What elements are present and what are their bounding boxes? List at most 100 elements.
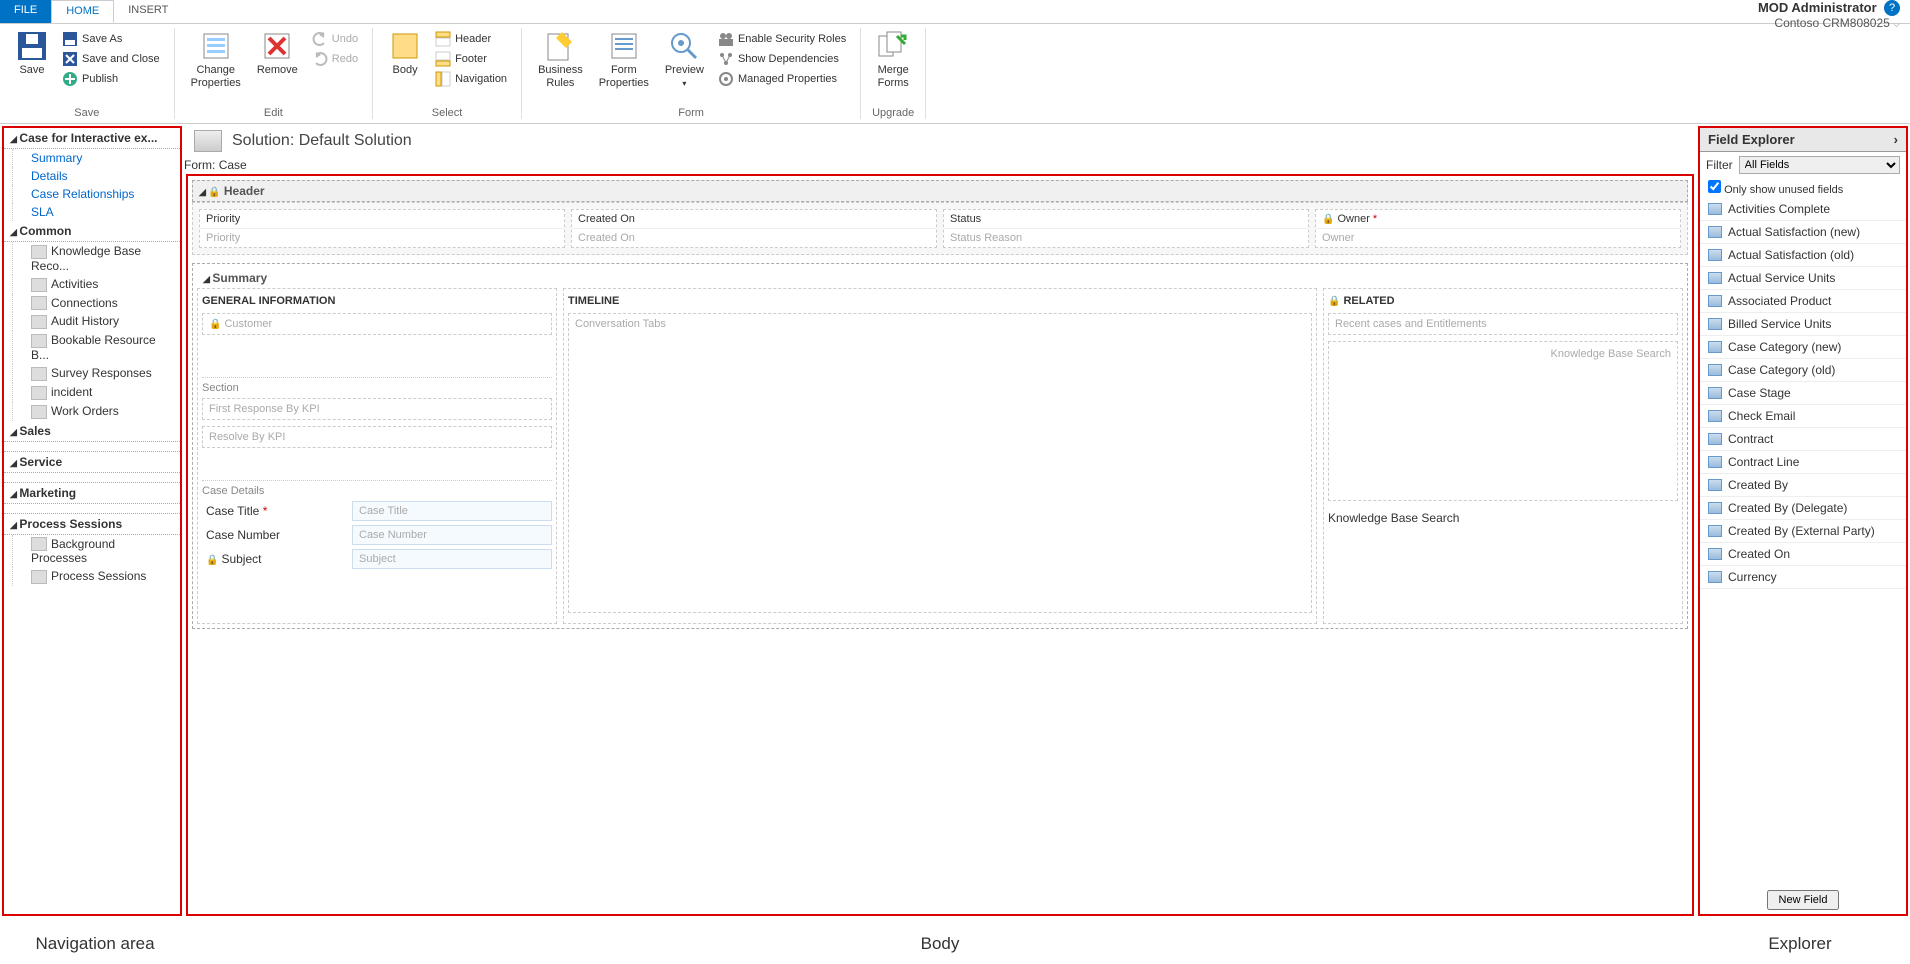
body-button[interactable]: Body [381,28,429,79]
bgprocess-icon [31,537,47,551]
field-status[interactable]: Status Status Reason [943,209,1309,248]
field-createdon[interactable]: Created On Created On [571,209,937,248]
unused-checkbox[interactable] [1708,180,1721,193]
filter-select[interactable]: All Fields [1739,156,1900,174]
field-kpi1[interactable]: First Response By KPI [202,398,552,420]
security-roles-button[interactable]: Enable Security Roles [716,30,848,48]
field-list: Activities CompleteActual Satisfaction (… [1700,198,1906,886]
nav-item-kb[interactable]: Knowledge Base Reco... [12,242,180,275]
nav-item-incident[interactable]: incident [12,383,180,402]
field-customer[interactable]: 🔒Customer [202,313,552,335]
field-item[interactable]: Actual Satisfaction (new) [1700,221,1906,244]
navigation-button[interactable]: Navigation [433,70,509,88]
field-item[interactable]: Actual Service Units [1700,267,1906,290]
nav-item-survey[interactable]: Survey Responses [12,364,180,383]
security-icon [718,31,734,47]
nav-group-common[interactable]: Common [4,221,180,242]
undo-button[interactable]: Undo [310,30,360,48]
gear-icon [718,71,734,87]
field-icon [1708,456,1722,468]
managed-props-button[interactable]: Managed Properties [716,70,848,88]
section-summary[interactable]: Summary [197,268,1683,288]
field-item[interactable]: Case Category (old) [1700,359,1906,382]
remove-button[interactable]: Remove [249,28,306,79]
nav-item-details[interactable]: Details [12,167,180,185]
preview-button[interactable]: Preview▾ [657,28,712,92]
row-casetitle[interactable]: Case Title * Case Title [202,501,552,521]
unused-label: Only show unused fields [1724,184,1843,196]
field-item[interactable]: Contract [1700,428,1906,451]
field-item[interactable]: Case Stage [1700,382,1906,405]
field-item[interactable]: Created By (Delegate) [1700,497,1906,520]
footer-button[interactable]: Footer [433,50,509,68]
publish-button[interactable]: Publish [60,70,162,88]
nav-group-case[interactable]: Case for Interactive ex... [4,128,180,149]
field-priority[interactable]: Priority Priority [199,209,565,248]
field-item[interactable]: Created On [1700,543,1906,566]
row-subject[interactable]: 🔒Subject Subject [202,549,552,569]
field-item[interactable]: Actual Satisfaction (old) [1700,244,1906,267]
remove-icon [261,30,293,62]
section-header[interactable]: 🔒Header [192,180,1688,202]
field-icon [1708,272,1722,284]
nav-item-bookable[interactable]: Bookable Resource B... [12,331,180,364]
redo-icon [312,51,328,67]
nav-item-processsess[interactable]: Process Sessions [12,567,180,586]
form-props-button[interactable]: Form Properties [591,28,657,92]
new-field-button[interactable]: New Field [1767,890,1840,910]
save-as-button[interactable]: Save As [60,30,162,48]
filter-label: Filter [1706,158,1733,172]
nav-item-audit[interactable]: Audit History [12,312,180,331]
org-name: Contoso CRM808025 [1774,16,1889,30]
change-properties-button[interactable]: Change Properties [183,28,249,92]
tab-insert[interactable]: INSERT [114,0,182,23]
nav-item-summary[interactable]: Summary [12,149,180,167]
label-body: Body [190,934,1690,964]
nav-item-workorders[interactable]: Work Orders [12,402,180,421]
field-item[interactable]: Billed Service Units [1700,313,1906,336]
col-general: GENERAL INFORMATION 🔒Customer Section Fi… [197,288,557,624]
input-casetitle[interactable]: Case Title [352,501,552,521]
field-kpi2[interactable]: Resolve By KPI [202,426,552,448]
nav-item-bgprocess[interactable]: Background Processes [12,535,180,568]
chevron-right-icon[interactable]: › [1894,132,1898,147]
help-icon[interactable]: ? [1884,0,1900,16]
header-icon [435,31,451,47]
input-casenumber[interactable]: Case Number [352,525,552,545]
nav-group-service[interactable]: Service [4,452,180,473]
nav-group-marketing[interactable]: Marketing [4,483,180,504]
save-close-button[interactable]: Save and Close [60,50,162,68]
field-item[interactable]: Contract Line [1700,451,1906,474]
nav-group-sales[interactable]: Sales [4,421,180,442]
field-item[interactable]: Associated Product [1700,290,1906,313]
nav-item-connections[interactable]: Connections [12,294,180,313]
tab-file[interactable]: FILE [0,0,51,23]
field-item[interactable]: Created By (External Party) [1700,520,1906,543]
row-casenumber[interactable]: Case Number Case Number [202,525,552,545]
field-item[interactable]: Case Category (new) [1700,336,1906,359]
field-owner[interactable]: 🔒Owner * Owner [1315,209,1681,248]
dependencies-button[interactable]: Show Dependencies [716,50,848,68]
save-button[interactable]: Save [8,28,56,79]
section-label: Section [202,377,552,398]
nav-item-activities[interactable]: Activities [12,275,180,294]
field-item[interactable]: Created By [1700,474,1906,497]
nav-group-process[interactable]: Process Sessions [4,514,180,535]
field-conversation[interactable]: Conversation Tabs [568,313,1312,613]
kb-search-box[interactable]: Knowledge Base Search [1328,341,1678,501]
input-subject[interactable]: Subject [352,549,552,569]
merge-forms-button[interactable]: Merge Forms [869,28,917,92]
nav-item-relationships[interactable]: Case Relationships [12,185,180,203]
ribbon-group-save: Save Save As Save and Close Publish Save [0,28,175,119]
nav-item-sla[interactable]: SLA [12,203,180,221]
field-item[interactable]: Activities Complete [1700,198,1906,221]
redo-button[interactable]: Redo [310,50,360,68]
tab-home[interactable]: HOME [51,0,114,23]
field-item[interactable]: Currency [1700,566,1906,589]
save-icon [16,30,48,62]
field-recentcases[interactable]: Recent cases and Entitlements [1328,313,1678,335]
business-rules-button[interactable]: Business Rules [530,28,591,92]
header-button[interactable]: Header [433,30,509,48]
field-item[interactable]: Check Email [1700,405,1906,428]
chevron-down-icon[interactable]: ⌵ [1893,19,1900,29]
